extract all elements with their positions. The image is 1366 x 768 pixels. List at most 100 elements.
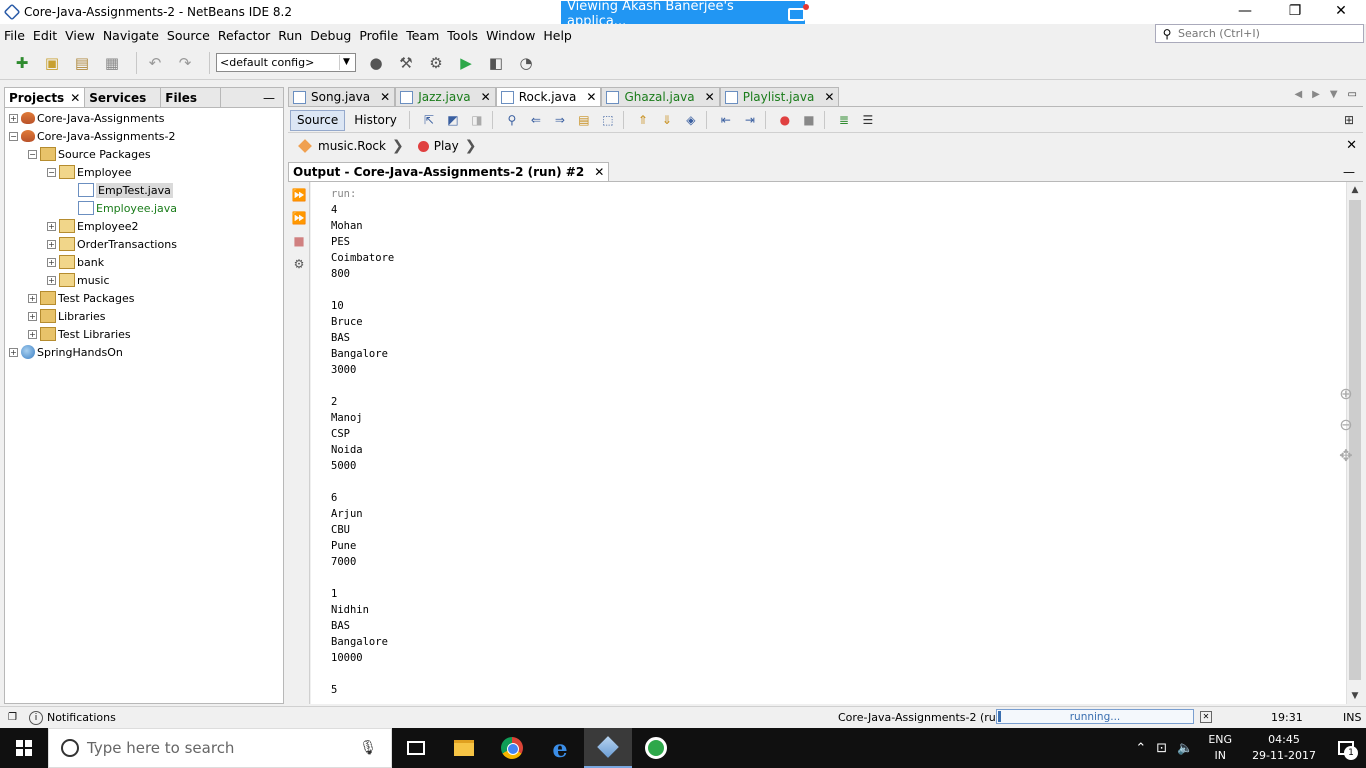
tree-item[interactable]: + SpringHandsOn bbox=[5, 343, 283, 361]
tree-item[interactable]: + Test Packages bbox=[5, 289, 283, 307]
comment-icon[interactable]: ≣ bbox=[834, 111, 854, 129]
new-file-icon[interactable]: ✚ bbox=[10, 51, 34, 75]
shift-right-icon[interactable]: ⇥ bbox=[740, 111, 760, 129]
left-arrow-icon[interactable]: ◀ bbox=[1294, 89, 1302, 100]
next-bookmark-icon[interactable]: ⇓ bbox=[657, 111, 677, 129]
close-icon[interactable]: ✕ bbox=[824, 90, 834, 104]
volume-icon[interactable]: 🔈 bbox=[1177, 741, 1193, 756]
tree-item[interactable]: − Core-Java-Assignments-2 bbox=[5, 127, 283, 145]
tab-projects[interactable]: Projects ✕ bbox=[5, 88, 86, 107]
edge-button[interactable]: e bbox=[536, 728, 584, 768]
profile-icon[interactable]: ◔ bbox=[514, 51, 538, 75]
collapse-icon[interactable]: − bbox=[28, 149, 37, 159]
dropdown-icon[interactable]: ▼ bbox=[1330, 89, 1338, 100]
tree-item[interactable]: − Source Packages bbox=[5, 145, 283, 163]
maximize-icon[interactable]: ▭ bbox=[1348, 89, 1357, 100]
tree-item[interactable]: + Core-Java-Assignments bbox=[5, 109, 283, 127]
close-icon[interactable]: ✕ bbox=[594, 165, 604, 179]
close-icon[interactable]: ✕ bbox=[705, 90, 715, 104]
menu-help[interactable]: Help bbox=[539, 28, 576, 43]
clock[interactable]: 04:45 29-11-2017 bbox=[1252, 732, 1316, 764]
menu-run[interactable]: Run bbox=[274, 28, 306, 43]
expand-icon[interactable]: + bbox=[28, 311, 37, 321]
tree-item[interactable]: EmpTest.java bbox=[5, 181, 283, 199]
cancel-task-icon[interactable]: ✕ bbox=[1200, 711, 1212, 723]
redo-icon[interactable]: ↷ bbox=[173, 51, 197, 75]
save-all-icon[interactable]: ▦ bbox=[100, 51, 124, 75]
tree-item[interactable]: + OrderTransactions bbox=[5, 235, 283, 253]
find-previous-icon[interactable]: ⇐ bbox=[526, 111, 546, 129]
network-icon[interactable]: ⊡ bbox=[1156, 741, 1167, 756]
restore-window-icon[interactable]: ❐ bbox=[8, 712, 17, 723]
tab-jazz-java[interactable]: Jazz.java ✕ bbox=[395, 87, 496, 106]
globe-icon[interactable]: ● bbox=[364, 51, 388, 75]
expand-icon[interactable]: + bbox=[28, 293, 37, 303]
menu-debug[interactable]: Debug bbox=[306, 28, 355, 43]
language-indicator[interactable]: ENG IN bbox=[1208, 732, 1232, 764]
close-icon[interactable]: ✕ bbox=[380, 90, 390, 104]
microphone-icon[interactable]: 🎙 bbox=[359, 740, 377, 756]
tab-rock-java[interactable]: Rock.java ✕ bbox=[495, 87, 602, 106]
tab-ghazal-java[interactable]: Ghazal.java ✕ bbox=[601, 87, 720, 106]
uncomment-icon[interactable]: ☰ bbox=[858, 111, 878, 129]
search-input[interactable] bbox=[1178, 27, 1358, 40]
start-button[interactable] bbox=[0, 728, 48, 768]
menu-view[interactable]: View bbox=[61, 28, 99, 43]
toggle-highlight-icon[interactable]: ▤ bbox=[574, 111, 594, 129]
breadcrumb-class[interactable]: music.Rock ❯ bbox=[298, 138, 404, 154]
menu-tools[interactable]: Tools bbox=[443, 28, 482, 43]
tab-song-java[interactable]: Song.java ✕ bbox=[288, 87, 396, 106]
right-arrow-icon[interactable]: ▶ bbox=[1312, 89, 1320, 100]
tab-navigation[interactable]: ◀ ▶ ▼ ▭ bbox=[1294, 89, 1357, 100]
tree-item[interactable]: + Employee2 bbox=[5, 217, 283, 235]
menu-edit[interactable]: Edit bbox=[29, 28, 61, 43]
expand-icon[interactable]: + bbox=[47, 221, 56, 231]
clean-build-icon[interactable]: ⚙ bbox=[424, 51, 448, 75]
expand-icon[interactable]: + bbox=[9, 113, 18, 123]
tab-files[interactable]: Files bbox=[161, 88, 222, 107]
expand-icon[interactable]: + bbox=[9, 347, 18, 357]
toggle-rect-select-icon[interactable]: ⬚ bbox=[598, 111, 618, 129]
menu-navigate[interactable]: Navigate bbox=[99, 28, 163, 43]
collapse-icon[interactable]: − bbox=[9, 131, 18, 141]
stop-icon[interactable]: ■ bbox=[290, 232, 308, 250]
task-view-button[interactable] bbox=[392, 728, 440, 768]
tree-item[interactable]: + Test Libraries bbox=[5, 325, 283, 343]
close-icon[interactable]: ✕ bbox=[586, 90, 596, 104]
chevron-up-icon[interactable]: ⌃ bbox=[1135, 741, 1146, 756]
output-console[interactable]: run: 4 Mohan PES Coimbatore 800 10 Bruce BAS Bang… bbox=[311, 182, 1346, 704]
expand-icon[interactable]: + bbox=[47, 275, 56, 285]
split-editor-icon[interactable]: ⊞ bbox=[1339, 111, 1359, 129]
history-mode-button[interactable]: History bbox=[347, 110, 404, 131]
find-next-icon[interactable]: ⇒ bbox=[550, 111, 570, 129]
close-button[interactable]: ✕ bbox=[1318, 0, 1364, 22]
notifications-label[interactable]: Notifications bbox=[47, 711, 116, 724]
menu-file[interactable]: File bbox=[0, 28, 29, 43]
run-icon[interactable]: ▶ bbox=[454, 51, 478, 75]
scroll-down-icon[interactable]: ▼ bbox=[1347, 688, 1363, 704]
tab-services[interactable]: Services bbox=[85, 88, 162, 107]
forward-icon[interactable]: ◨ bbox=[467, 111, 487, 129]
start-macro-icon[interactable]: ● bbox=[775, 111, 795, 129]
run-progress[interactable]: running... bbox=[996, 709, 1194, 724]
output-tab[interactable]: Output - Core-Java-Assignments-2 (run) #… bbox=[288, 162, 610, 181]
expand-icon[interactable]: + bbox=[47, 257, 56, 267]
file-explorer-button[interactable] bbox=[440, 728, 488, 768]
minimize-button[interactable]: — bbox=[1222, 0, 1268, 22]
tree-item[interactable]: + Libraries bbox=[5, 307, 283, 325]
close-icon[interactable]: ✕ bbox=[481, 90, 491, 104]
config-select[interactable]: <default config> ▼ bbox=[216, 53, 356, 72]
rerun-with-params-icon[interactable]: ⏩ bbox=[290, 209, 308, 227]
tab-playlist-java[interactable]: Playlist.java ✕ bbox=[719, 87, 840, 106]
zoom-out-icon[interactable]: ⊖ bbox=[1339, 415, 1352, 434]
last-edit-icon[interactable]: ⇱ bbox=[419, 111, 439, 129]
stop-macro-icon[interactable]: ■ bbox=[799, 111, 819, 129]
expand-icon[interactable]: + bbox=[28, 329, 37, 339]
taskbar-search[interactable]: Type here to search 🎙 bbox=[48, 728, 392, 768]
menu-refactor[interactable]: Refactor bbox=[214, 28, 274, 43]
minimize-panel-button[interactable]: — bbox=[255, 88, 283, 107]
move-icon[interactable]: ✥ bbox=[1339, 446, 1352, 465]
rerun-icon[interactable]: ⏩ bbox=[290, 186, 308, 204]
prev-bookmark-icon[interactable]: ⇑ bbox=[633, 111, 653, 129]
back-icon[interactable]: ◩ bbox=[443, 111, 463, 129]
